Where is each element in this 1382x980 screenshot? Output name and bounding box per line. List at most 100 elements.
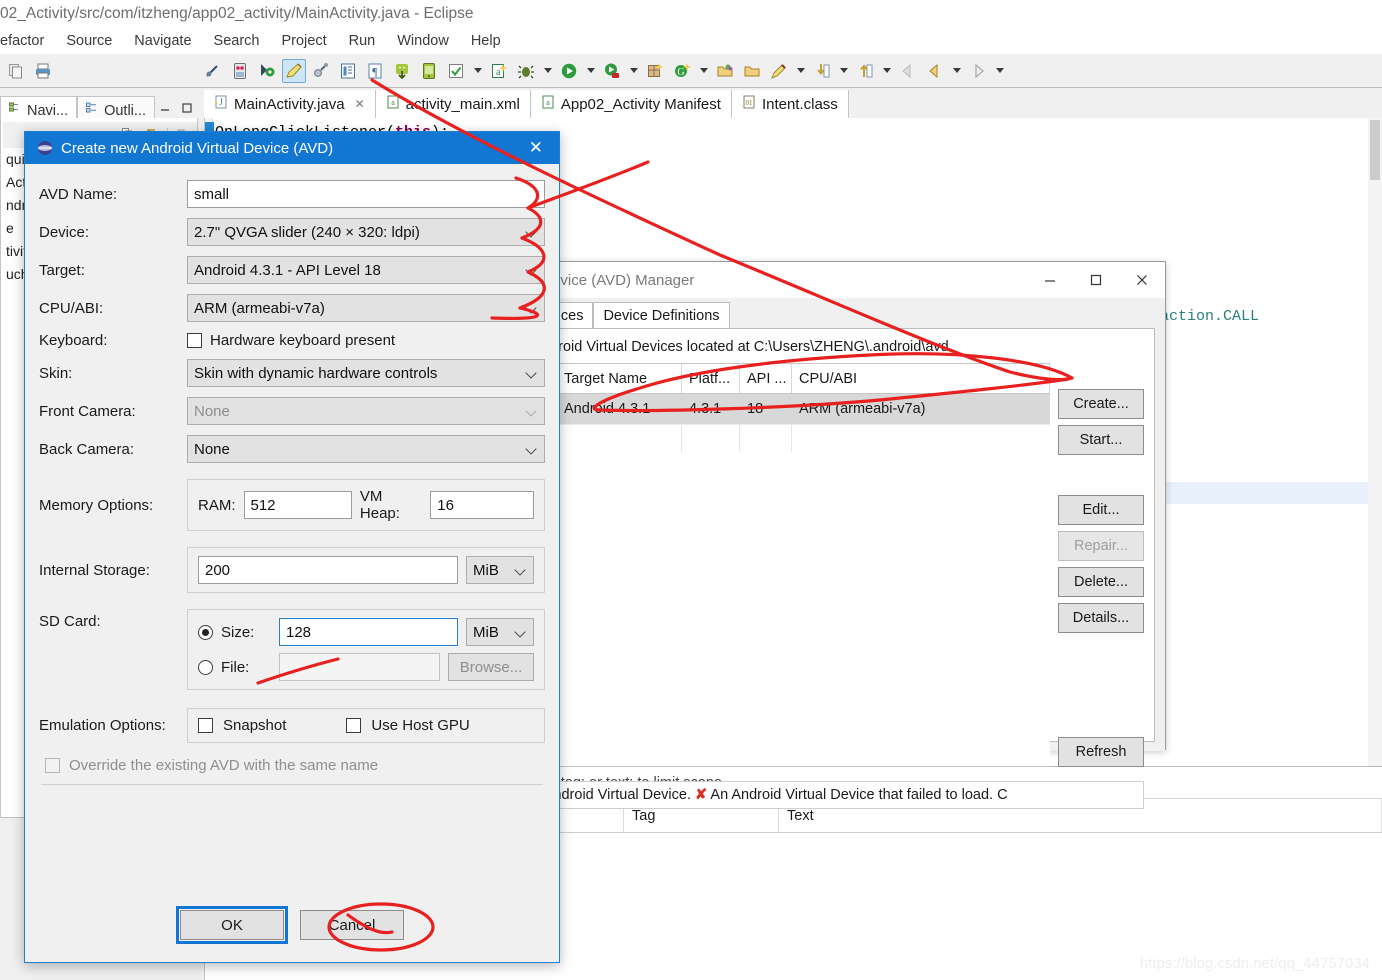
refresh-button[interactable]: Refresh [1058,737,1144,767]
menu-item-source[interactable]: Source [66,33,112,49]
run-icon[interactable] [557,59,581,83]
front-camera-select: None [187,397,545,425]
sd-size-unit-select[interactable]: MiB [466,618,534,646]
run-external-tools-icon[interactable] [600,59,624,83]
paragraph-icon[interactable]: ¶ [363,59,387,83]
toggle-mark-occurrences-icon[interactable] [201,59,225,83]
run-dropdown-arrow-icon[interactable] [584,59,597,83]
pen-dropdown-arrow-icon[interactable] [794,59,807,83]
editor-vertical-scrollbar[interactable] [1368,118,1382,766]
target-select[interactable]: Android 4.3.1 - API Level 18 [187,256,545,284]
back-dropdown-arrow-icon[interactable] [950,59,963,83]
minimize-icon[interactable] [1027,262,1073,298]
run-android-device-icon[interactable] [255,59,279,83]
menu-item-help[interactable]: Help [471,33,501,49]
snapshot-checkbox[interactable] [198,718,213,733]
sd-file-input[interactable] [279,653,440,681]
avd-col-cpu-abi[interactable]: CPU/ABI [792,364,1050,393]
new-package-icon[interactable] [643,59,667,83]
navigator-icon [9,102,22,119]
field-skin: Skin: Skin with dynamic hardware control… [39,359,545,387]
table-row[interactable]: heng Android 4.3.1 4.3.1 18 ARM (armeabi… [489,394,1050,424]
start-button[interactable]: Start... [1058,425,1144,455]
maximize-icon[interactable] [180,101,194,118]
new-class-dropdown-arrow-icon[interactable] [697,59,710,83]
tab-mainactivity-java[interactable]: J MainActivity.java ✕ [204,90,376,118]
pen-icon[interactable] [767,59,791,83]
previous-annotation-icon[interactable] [853,59,877,83]
avd-col-target-name[interactable]: Target Name [557,364,682,393]
details-button[interactable]: Details... [1058,603,1144,633]
avd-col-platform[interactable]: Platf... [682,364,740,393]
debug-icon[interactable] [514,59,538,83]
android-install-icon[interactable] [390,59,414,83]
delete-button[interactable]: Delete... [1058,567,1144,597]
menu-item-window[interactable]: Window [397,33,449,49]
folder-icon[interactable] [740,59,764,83]
internal-storage-unit-select[interactable]: MiB [466,556,534,584]
edit-button[interactable]: Edit... [1058,495,1144,525]
internal-storage-input[interactable]: 200 [198,556,458,584]
open-folder-icon[interactable] [713,59,737,83]
ram-input[interactable]: 512 [243,491,352,519]
external-tools-dropdown-arrow-icon[interactable] [627,59,640,83]
debug-dropdown-arrow-icon[interactable] [541,59,554,83]
new-class-icon[interactable]: G [670,59,694,83]
menu-item-project[interactable]: Project [281,33,326,49]
sd-size-input[interactable]: 128 [279,618,458,646]
avd-manager-window[interactable]: id Virtual Device (AVD) Manager Virtual … [466,261,1166,809]
create-avd-dialog[interactable]: Create new Android Virtual Device (AVD) … [24,131,560,963]
back-camera-select[interactable]: None [187,435,545,463]
tab-activity-main-xml[interactable]: a activity_main.xml [375,90,531,118]
forward-dropdown-arrow-icon[interactable] [993,59,1006,83]
checkmark-dropdown-arrow-icon[interactable] [471,59,484,83]
cpu-abi-select[interactable]: ARM (armeabi-v7a) [187,294,545,322]
forward-icon[interactable] [966,59,990,83]
tab-close-icon[interactable]: ✕ [355,97,365,111]
create-button[interactable]: Create... [1058,389,1144,419]
menu-item-run[interactable]: Run [349,33,376,49]
menu-item-refactor[interactable]: efactor [0,33,44,49]
avd-legend: airable Android Virtual Device. ✘ An And… [488,781,1144,809]
next-annotation-dropdown-arrow-icon[interactable] [837,59,850,83]
new-android-project-icon[interactable]: a [487,59,511,83]
vm-heap-input[interactable]: 16 [430,491,534,519]
sd-file-radio[interactable] [198,659,213,675]
override-existing-avd-checkbox [45,758,60,773]
ddms-icon[interactable] [228,59,252,83]
back-icon[interactable] [923,59,947,83]
checkmark-icon[interactable] [444,59,468,83]
previous-annotation-dropdown-arrow-icon[interactable] [880,59,893,83]
android-sdk-manager-icon[interactable] [282,58,306,83]
avd-name-input[interactable]: small [187,180,545,208]
cancel-button[interactable]: Cancel [300,910,404,940]
tab-device-definitions[interactable]: Device Definitions [593,302,730,328]
use-host-gpu-checkbox[interactable] [346,718,362,733]
hardware-keyboard-checkbox[interactable] [187,333,202,348]
sd-size-label: Size: [221,623,255,641]
copy-icon[interactable] [4,59,28,83]
tab-app02-activity-manifest[interactable]: a App02_Activity Manifest [530,90,732,118]
skin-select[interactable]: Skin with dynamic hardware controls [187,359,545,387]
android-virtual-device-manager-icon[interactable] [417,59,441,83]
repair-button: Repair... [1058,531,1144,561]
tab-intent-class[interactable]: 01 Intent.class [731,90,849,118]
ok-button[interactable]: OK [176,906,288,944]
sd-size-radio[interactable] [198,624,213,640]
next-annotation-icon[interactable] [810,59,834,83]
close-icon[interactable]: ✕ [521,138,551,158]
open-type-icon[interactable] [336,59,360,83]
print-icon[interactable] [31,59,55,83]
maximize-icon[interactable] [1073,262,1119,298]
minimize-icon[interactable] [158,101,172,118]
device-select[interactable]: 2.7" QVGA slider (240 × 320: ldpi) [187,218,545,246]
watermark: https://blog.csdn.net/qq_44757034 [1139,955,1370,972]
close-icon[interactable] [1119,262,1165,298]
avd-table[interactable]: ame Target Name Platf... API ... CPU/ABI… [488,363,1050,767]
avd-legend-suffix: An Android Virtual Device that failed to… [710,787,1008,803]
chevron-down-icon [526,302,538,314]
menu-item-navigate[interactable]: Navigate [134,33,191,49]
menu-item-search[interactable]: Search [214,33,260,49]
new-android-item-icon[interactable] [309,59,333,83]
avd-col-api[interactable]: API ... [740,364,792,393]
